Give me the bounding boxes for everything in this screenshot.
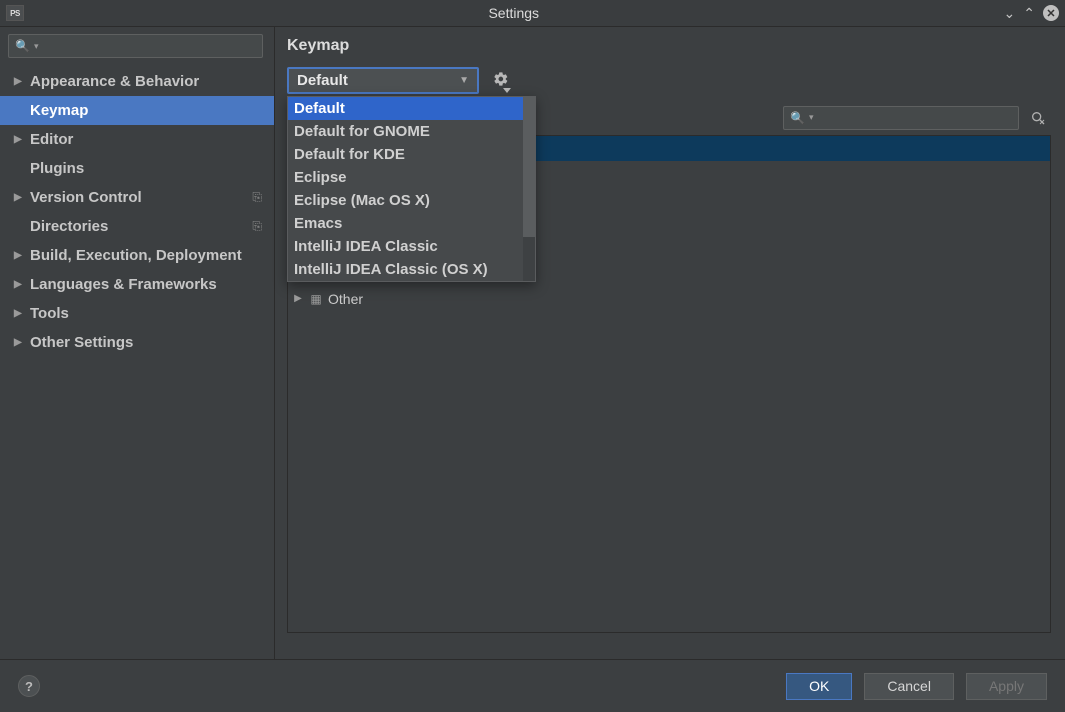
chevron-right-icon: ▶ [14,337,24,348]
nav-label: Keymap [30,102,88,119]
nav-label: Editor [30,131,73,148]
nav-label: Plugins [30,160,84,177]
nav-plugins[interactable]: Plugins [0,154,274,183]
cancel-button[interactable]: Cancel [864,673,954,700]
sidebar-search[interactable]: 🔍 ▾ [8,34,263,58]
tree-label: Other [328,291,363,307]
settings-sidebar: 🔍 ▾ ▶ Appearance & Behavior Keymap ▶ Edito… [0,27,275,659]
sidebar-search-input[interactable] [42,39,256,54]
search-icon: 🔍 [15,39,30,53]
dropdown-option[interactable]: Eclipse [288,166,523,189]
chevron-right-icon: ▶ [14,192,24,203]
dropdown-option[interactable]: Default for KDE [288,143,523,166]
chevron-right-icon: ▶ [14,76,24,87]
chevron-down-icon: ▾ [809,112,814,123]
settings-main: Keymap Default ▼ 🔍 ▾ ▶📁Editor Actions ▣P… [275,27,1065,659]
ok-button[interactable]: OK [786,673,852,700]
nav-label: Build, Execution, Deployment [30,247,242,264]
tree-row[interactable]: ▶ ▦ Other [288,286,1050,311]
nav-build-execution-deployment[interactable]: ▶ Build, Execution, Deployment [0,241,274,270]
dropdown-option[interactable]: Emacs [288,212,523,235]
copy-icon: ⎘ [252,190,262,205]
dropdown-option[interactable]: Default for GNOME [288,120,523,143]
dialog-footer: ? OK Cancel Apply [0,659,1065,712]
nav-label: Version Control [30,189,142,206]
chevron-right-icon: ▶ [292,293,304,304]
window-title: Settings [24,5,1004,21]
nav-keymap[interactable]: Keymap [0,96,274,125]
chevron-right-icon: ▶ [14,250,24,261]
dropdown-option[interactable]: Eclipse (Mac OS X) [288,189,523,212]
nav-label: Other Settings [30,334,133,351]
keymap-scheme-dropdown-list[interactable]: Default Default for GNOME Default for KD… [287,96,536,282]
nav-version-control[interactable]: ▶ Version Control ⎘ [0,183,274,212]
chevron-down-icon: ▾ [34,41,39,52]
keymap-toolbar: Default ▼ [287,67,1051,94]
page-title: Keymap [287,37,1051,55]
app-icon: PS [6,5,24,21]
dropdown-scrollbar[interactable] [523,97,535,281]
nav-editor[interactable]: ▶ Editor [0,125,274,154]
copy-icon: ⎘ [252,219,262,234]
nav-label: Languages & Frameworks [30,276,217,293]
close-icon[interactable]: ✕ [1043,5,1059,21]
scrollbar-thumb[interactable] [523,97,535,237]
keymap-scheme-dropdown[interactable]: Default ▼ [287,67,479,94]
nav-languages-frameworks[interactable]: ▶ Languages & Frameworks [0,270,274,299]
action-search[interactable]: 🔍 ▾ [783,106,1019,130]
find-shortcut-icon[interactable] [1029,109,1047,127]
gear-icon[interactable] [493,71,509,90]
apply-button[interactable]: Apply [966,673,1047,700]
nav-other-settings[interactable]: ▶ Other Settings [0,328,274,357]
search-icon: 🔍 [790,111,805,125]
window-titlebar: PS Settings ⌄ ⌃ ✕ [0,0,1065,27]
menu-up-icon[interactable]: ⌃ [1023,5,1035,22]
nav-appearance-behavior[interactable]: ▶ Appearance & Behavior [0,67,274,96]
action-search-input[interactable] [817,110,1012,125]
dropdown-option[interactable]: IntelliJ IDEA Classic [288,235,523,258]
nav-tools[interactable]: ▶ Tools [0,299,274,328]
other-icon: ▦ [309,292,323,306]
dropdown-value: Default [297,72,459,89]
nav-label: Tools [30,305,69,322]
chevron-right-icon: ▶ [14,134,24,145]
dropdown-option[interactable]: IntelliJ IDEA Classic (OS X) [288,258,523,281]
chevron-right-icon: ▶ [14,279,24,290]
menu-down-icon[interactable]: ⌄ [1004,5,1016,22]
nav-label: Directories [30,218,108,235]
nav-label: Appearance & Behavior [30,73,199,90]
dropdown-option[interactable]: Default [288,97,523,120]
help-button[interactable]: ? [18,675,40,697]
settings-nav: ▶ Appearance & Behavior Keymap ▶ Editor Pl… [0,65,274,357]
chevron-right-icon: ▶ [14,308,24,319]
chevron-down-icon: ▼ [459,75,469,86]
nav-directories[interactable]: Directories ⎘ [0,212,274,241]
